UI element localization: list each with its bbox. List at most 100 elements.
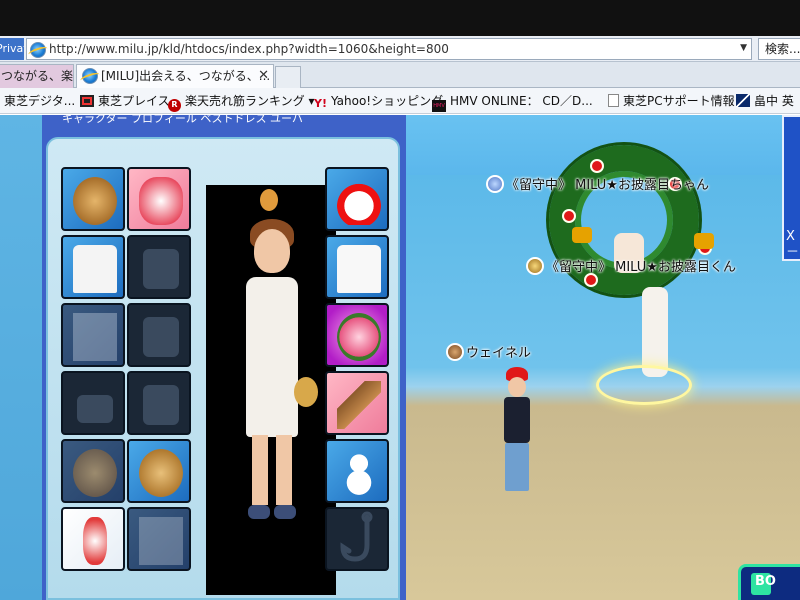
- slot-bread-item[interactable]: [325, 371, 389, 435]
- player-name: 《留守中》 MILU★お披露目くん: [546, 260, 736, 275]
- shorts-silhouette-icon: [143, 317, 179, 357]
- slot-top-empty[interactable]: [127, 235, 191, 299]
- tab-milu-home[interactable]: つながる、楽し...: [0, 64, 74, 88]
- snowman-icon: [337, 177, 381, 225]
- hmv-icon: HMV: [432, 100, 446, 112]
- npc-milu-kun[interactable]: [642, 287, 668, 377]
- character-leg-right: [276, 435, 292, 505]
- avatar-legs: [505, 443, 529, 491]
- new-tab-button[interactable]: [275, 66, 301, 88]
- favorite-toshiba-support[interactable]: 東芝PCサポート情報: [608, 93, 735, 109]
- slot-top-outfit[interactable]: [61, 235, 125, 299]
- suit-icon: [139, 517, 183, 565]
- page-background: [0, 115, 42, 600]
- favorite-label: 東芝PCサポート情報: [623, 94, 735, 108]
- slot-bottom-outfit[interactable]: [61, 303, 125, 367]
- game-world[interactable]: X－ 《留守中》 MILU★お披露目ちゃん 《留守中》 MILU★お披露目くん …: [406, 115, 800, 600]
- chevron-down-icon[interactable]: ▼: [740, 43, 747, 53]
- character-shoe-left: [248, 505, 270, 519]
- medal-icon: [486, 175, 504, 193]
- close-icon[interactable]: ✕: [258, 65, 269, 87]
- poinsettia-icon: [590, 159, 604, 173]
- address-url[interactable]: http://www.milu.jp/kld/htdocs/index.php?…: [49, 41, 449, 57]
- slot-rabbit-accessory[interactable]: [127, 167, 191, 231]
- player-label-milu-kun[interactable]: 《留守中》 MILU★お披露目くん: [526, 257, 736, 277]
- slot-flower-bouquet[interactable]: [325, 303, 389, 367]
- favorite-hmv-online[interactable]: HMV HMV ONLINE： CD／D...: [432, 93, 593, 112]
- ie-tab-icon: [82, 68, 98, 84]
- side-signboard[interactable]: X－: [782, 115, 800, 261]
- slot-bear-item[interactable]: [127, 439, 191, 503]
- gold-bow-icon: [572, 227, 592, 243]
- slot-suit-faded[interactable]: [127, 507, 191, 571]
- gold-bow-icon: [694, 233, 714, 249]
- boot-silhouette-icon: [143, 385, 179, 425]
- player-avatar[interactable]: [498, 367, 548, 507]
- inprivate-badge[interactable]: Private: [0, 38, 24, 60]
- player-name: ウェイネル: [466, 346, 532, 361]
- favorite-label: 楽天売れ筋ランキング: [185, 94, 305, 108]
- avatar-body: [504, 397, 530, 443]
- game-menu-button[interactable]: BO: [738, 564, 800, 600]
- snowman-icon: [337, 449, 381, 497]
- screen: Private http://www.milu.jp/kld/htdocs/in…: [0, 0, 800, 600]
- sign-text: X－: [786, 229, 800, 260]
- search-input[interactable]: 検索...: [758, 38, 800, 60]
- slot-boots-empty[interactable]: [127, 371, 191, 435]
- tab-label: つながる、楽し...: [1, 69, 74, 83]
- favorite-label: 東芝プレイス: [98, 94, 170, 108]
- equipment-grid: [61, 159, 391, 599]
- character-preview: [206, 185, 336, 595]
- pants-icon: [73, 313, 117, 361]
- poinsettia-icon: [562, 209, 576, 223]
- player-label-weinel[interactable]: ウェイネル: [446, 343, 531, 363]
- button-label: BO: [755, 574, 776, 589]
- character-body: [246, 277, 298, 437]
- avatar-head: [508, 377, 526, 397]
- slot-bottom-empty[interactable]: [127, 303, 191, 367]
- equipment-panel: キャラクター プロフィール ベストドレス ユーバ: [42, 115, 406, 600]
- page-icon: [608, 94, 619, 107]
- slot-white-suit[interactable]: [325, 235, 389, 299]
- tab-label: [MILU]出会える、つながる、...: [101, 69, 271, 83]
- favorite-toshiba-place[interactable]: 東芝プレイス: [80, 93, 170, 109]
- panel-tabs[interactable]: キャラクター プロフィール ベストドレス ユーバ: [42, 115, 406, 129]
- shoe-silhouette-icon: [77, 395, 113, 423]
- tab-milu-active[interactable]: [MILU]出会える、つながる、... ✕: [76, 64, 274, 88]
- address-row: Private http://www.milu.jp/kld/htdocs/in…: [0, 36, 800, 62]
- player-name: 《留守中》 MILU★お披露目ちゃん: [506, 178, 709, 193]
- yahoo-icon: Y!: [314, 97, 327, 110]
- favorites-bar: 東芝デジタ... 東芝プレイス R 楽天売れ筋ランキング ▾ Y! Yahoo!ショ…: [0, 88, 800, 114]
- fishing-hook-icon: [340, 511, 373, 562]
- slot-fishing-hook[interactable]: [325, 507, 389, 571]
- slot-snowman[interactable]: [325, 439, 389, 503]
- window-titlebar: [0, 0, 800, 36]
- player-label-milu-chan[interactable]: 《留守中》 MILU★お披露目ちゃん: [486, 175, 709, 195]
- slot-snowman-hat[interactable]: [325, 167, 389, 231]
- bread-icon: [337, 381, 381, 429]
- address-bar[interactable]: http://www.milu.jp/kld/htdocs/index.php?…: [26, 38, 752, 60]
- character-leg-left: [252, 435, 268, 505]
- star-badge-icon: [446, 343, 464, 361]
- rabbit-icon: [139, 177, 183, 225]
- favorite-label: Yahoo!ショッピング: [330, 94, 444, 108]
- favorite-yahoo-shopping[interactable]: Y! Yahoo!ショッピング: [314, 93, 444, 110]
- slot-rabbit-charm[interactable]: [61, 507, 125, 571]
- bear-icon: [139, 449, 183, 497]
- medal-icon: [526, 257, 544, 275]
- toshiba-icon: [80, 95, 94, 107]
- slot-bear-faded[interactable]: [61, 439, 125, 503]
- game-page: キャラクター プロフィール ベストドレス ユーバ X－ 《留守中》 MILU★お…: [0, 115, 800, 600]
- ms-icon: [736, 94, 750, 107]
- favorite-hatanaka[interactable]: 畠中 英: [736, 93, 794, 109]
- character-shoe-right: [274, 505, 296, 519]
- bouquet-icon: [337, 313, 381, 361]
- teddy-bear-icon: [294, 377, 318, 407]
- pet-bear-icon: [260, 189, 278, 211]
- bear-icon: [73, 449, 117, 497]
- slot-shoes-empty[interactable]: [61, 371, 125, 435]
- favorite-toshiba-digital[interactable]: 東芝デジタ...: [4, 93, 75, 109]
- rabbit-icon: [83, 517, 107, 565]
- slot-bear-accessory[interactable]: [61, 167, 125, 231]
- favorite-rakuten-ranking[interactable]: R 楽天売れ筋ランキング ▾: [168, 93, 315, 112]
